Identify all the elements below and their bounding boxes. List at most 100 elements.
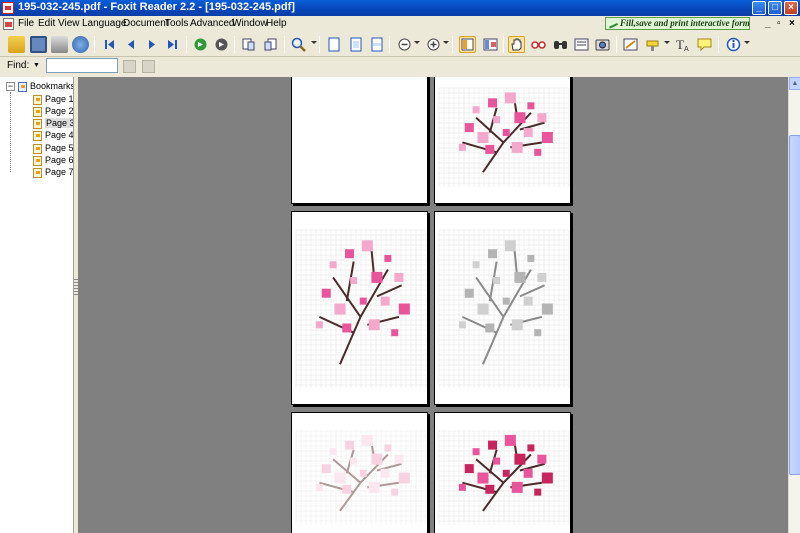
- blossom: [504, 434, 516, 446]
- highlight-dropdown-arrow[interactable]: [664, 41, 670, 44]
- find-options-arrow[interactable]: ▼: [33, 62, 40, 69]
- zoom-out-dropdown-arrow[interactable]: [414, 41, 420, 44]
- about-dropdown-arrow[interactable]: [744, 41, 750, 44]
- toolbar-separator: [452, 36, 453, 53]
- zoom-icon[interactable]: [290, 36, 307, 53]
- blossom: [391, 488, 399, 496]
- menu-language[interactable]: Language: [82, 18, 127, 29]
- doc-restore-button[interactable]: ▫: [777, 18, 781, 29]
- blossom: [514, 112, 526, 124]
- next-page-icon[interactable]: [143, 36, 160, 53]
- rotate-right-icon[interactable]: [262, 36, 279, 53]
- find-icon[interactable]: [552, 36, 569, 53]
- tree-connector: [10, 92, 11, 172]
- bookmark-label: Page 5: [45, 143, 74, 153]
- blossom: [371, 271, 383, 283]
- doc-close-button[interactable]: ×: [789, 18, 795, 29]
- snapshot-icon[interactable]: [594, 36, 611, 53]
- print-icon[interactable]: [51, 36, 68, 53]
- blossom: [472, 106, 480, 114]
- menu-file[interactable]: File: [18, 18, 34, 29]
- document-icon[interactable]: [3, 18, 14, 30]
- vertical-scrollbar[interactable]: ▲: [788, 77, 800, 533]
- blossom: [511, 319, 523, 331]
- blossom: [368, 481, 380, 493]
- zoom-in-dropdown-arrow[interactable]: [443, 41, 449, 44]
- close-button[interactable]: ×: [784, 1, 798, 15]
- zoom-dropdown-arrow[interactable]: [311, 41, 317, 44]
- note-icon[interactable]: [696, 36, 713, 53]
- blossom: [502, 469, 510, 477]
- blossom: [477, 132, 489, 143]
- first-page-icon[interactable]: [101, 36, 118, 53]
- blossom: [527, 102, 535, 110]
- pdf-page-chart-pink: [434, 77, 571, 204]
- bookmarks-panel-icon[interactable]: [459, 36, 476, 53]
- blossom: [321, 464, 331, 474]
- blossom: [534, 488, 542, 496]
- maximize-button[interactable]: □: [768, 1, 782, 15]
- text-tool-icon[interactable]: TA: [674, 36, 691, 53]
- blossom: [514, 271, 526, 283]
- fit-page-icon[interactable]: [347, 36, 364, 53]
- blossom: [391, 329, 399, 337]
- blossom: [493, 277, 501, 285]
- collapse-icon[interactable]: −: [6, 82, 15, 91]
- go-back-icon[interactable]: [192, 36, 209, 53]
- highlight-icon[interactable]: [644, 36, 661, 53]
- blossom: [371, 453, 383, 465]
- blossom: [398, 303, 410, 315]
- thumbnails-panel-icon[interactable]: [482, 36, 499, 53]
- menu-view[interactable]: View: [58, 18, 80, 29]
- scroll-up-arrow[interactable]: ▲: [789, 77, 800, 90]
- hand-tool-icon[interactable]: [508, 36, 525, 53]
- blossom: [527, 254, 535, 262]
- select-text-icon[interactable]: [573, 36, 590, 53]
- bookmark-label: Page 3: [45, 118, 74, 128]
- branch: [519, 284, 546, 298]
- menu-tools[interactable]: Tools: [165, 18, 188, 29]
- scroll-thumb[interactable]: [789, 135, 800, 475]
- last-page-icon[interactable]: [164, 36, 181, 53]
- actual-size-icon[interactable]: [325, 36, 342, 53]
- promo-banner[interactable]: Fill,save and print interactive forms!: [605, 17, 750, 30]
- blossom: [350, 457, 358, 465]
- doc-minimize-button[interactable]: _: [765, 18, 771, 29]
- blossom: [334, 472, 346, 484]
- go-forward-icon[interactable]: [213, 36, 230, 53]
- find-input[interactable]: [46, 58, 118, 73]
- typewriter-icon[interactable]: [622, 36, 639, 53]
- blossom: [488, 98, 498, 108]
- fit-width-icon[interactable]: [368, 36, 385, 53]
- menu-advanced[interactable]: Advanced: [190, 18, 234, 29]
- about-icon[interactable]: [725, 36, 742, 53]
- blossom: [329, 448, 337, 456]
- find-next-button[interactable]: [142, 60, 155, 73]
- open-icon[interactable]: [8, 36, 25, 53]
- blossom: [534, 148, 542, 156]
- blossom: [527, 444, 535, 452]
- blossom: [380, 468, 390, 478]
- document-view[interactable]: [78, 77, 788, 533]
- loupe-icon[interactable]: [530, 36, 547, 53]
- blossom: [477, 303, 489, 315]
- blossom: [464, 464, 474, 474]
- menu-window[interactable]: Window: [232, 18, 268, 29]
- previous-page-icon[interactable]: [122, 36, 139, 53]
- menu-help[interactable]: Help: [266, 18, 287, 29]
- rotate-left-icon[interactable]: [240, 36, 257, 53]
- bookmark-label: Page 1: [45, 94, 74, 104]
- blossom: [342, 323, 352, 333]
- bookmarks-root-label: Bookmarks: [30, 81, 74, 91]
- minimize-button[interactable]: _: [752, 1, 766, 15]
- save-icon[interactable]: [30, 36, 47, 53]
- blossom: [523, 296, 533, 306]
- zoom-out-icon[interactable]: [396, 36, 413, 53]
- menu-edit[interactable]: Edit: [38, 18, 55, 29]
- menu-document[interactable]: Document: [123, 18, 169, 29]
- zoom-in-icon[interactable]: [425, 36, 442, 53]
- bookmark-root-icon: [18, 82, 27, 92]
- find-previous-button[interactable]: [123, 60, 136, 73]
- email-icon[interactable]: [72, 36, 89, 53]
- blossom: [394, 454, 404, 464]
